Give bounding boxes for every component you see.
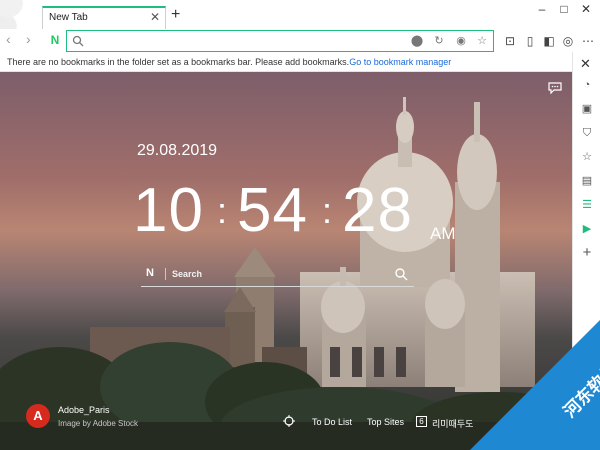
navigation-toolbar: ‹ › N ⬤ ↻ ◉ ☆ ⊡ ▯ ◧ ◎ ⋯ <box>0 29 600 52</box>
more-icon[interactable]: ⋯ <box>580 33 596 49</box>
divider <box>165 268 166 280</box>
target-icon[interactable] <box>283 415 295 427</box>
search-icon <box>72 35 84 47</box>
search-icon[interactable]: ◔ <box>579 77 595 93</box>
photo-title[interactable]: Adobe_Paris <box>58 405 110 415</box>
todo-list-link[interactable]: To Do List <box>312 417 352 427</box>
plus-icon[interactable]: + <box>579 245 595 261</box>
refresh-icon[interactable]: ↻ <box>431 34 447 50</box>
bookmark-manager-link[interactable]: Go to bookmark manager <box>349 57 451 67</box>
document-icon[interactable]: ▤ <box>579 173 595 189</box>
star-icon[interactable]: ☆ <box>474 34 490 50</box>
location-pin-icon[interactable]: ⬤ <box>409 34 425 50</box>
clock-colon: : <box>217 190 229 231</box>
top-sites-link[interactable]: Top Sites <box>367 417 404 427</box>
korean-link[interactable]: 리미때두도 <box>432 417 473 430</box>
bookmarks-bar: There are no bookmarks in the folder set… <box>0 52 572 72</box>
photo-credit: Image by Adobe Stock <box>58 419 139 428</box>
clock-hours: 10 <box>133 176 204 245</box>
tab-title: New Tab <box>49 12 88 23</box>
list-icon[interactable]: ☰ <box>579 197 595 213</box>
star-icon[interactable]: ☆ <box>579 149 595 165</box>
minimize-button[interactable]: – <box>532 2 552 16</box>
search-bar[interactable]: N Search <box>141 265 414 287</box>
screenshot-icon[interactable]: ◉ <box>453 34 469 50</box>
search-icon[interactable] <box>394 267 408 281</box>
split-view-icon[interactable]: ◧ <box>541 33 557 49</box>
shield-icon[interactable]: ⛉ <box>579 125 595 141</box>
badge: 6 <box>416 416 427 427</box>
browser-logo-swirl <box>0 0 42 29</box>
play-icon[interactable]: ▶ <box>579 221 595 237</box>
back-arrow-icon[interactable]: ‹ <box>6 31 11 47</box>
clock-seconds: 28 <box>342 176 413 245</box>
tab-new-tab[interactable]: New Tab ✕ <box>42 6 166 29</box>
clock-minutes: 54 <box>237 176 308 245</box>
profile-icon[interactable]: ◎ <box>560 33 576 49</box>
clock-colon: : <box>322 190 334 231</box>
gallery-icon[interactable]: ▣ <box>579 101 595 117</box>
close-icon[interactable]: ✕ <box>150 10 160 24</box>
maximize-button[interactable]: □ <box>554 2 574 16</box>
naver-logo: N <box>146 267 154 279</box>
capture-icon[interactable]: ⊡ <box>502 33 518 49</box>
feedback-icon[interactable] <box>548 82 562 94</box>
close-window-button[interactable]: ✕ <box>576 2 596 16</box>
search-input[interactable]: Search <box>172 269 202 279</box>
adobe-logo[interactable]: A <box>26 404 50 428</box>
address-bar[interactable]: ⬤ ↻ ◉ ☆ <box>66 30 494 52</box>
info-icon[interactable]: ▯ <box>522 33 538 49</box>
tab-strip: New Tab ✕ + – □ ✕ <box>0 0 600 29</box>
forward-arrow-icon[interactable]: › <box>26 31 31 47</box>
naver-logo[interactable]: N <box>48 33 62 47</box>
clock-ampm: AM <box>430 224 456 243</box>
close-icon[interactable]: ✕ <box>580 56 591 72</box>
plus-icon[interactable]: + <box>171 7 180 23</box>
date-display: 29.08.2019 <box>137 142 218 159</box>
bookmarks-message: There are no bookmarks in the folder set… <box>7 57 350 67</box>
watermark: 河东软件 <box>470 320 600 450</box>
